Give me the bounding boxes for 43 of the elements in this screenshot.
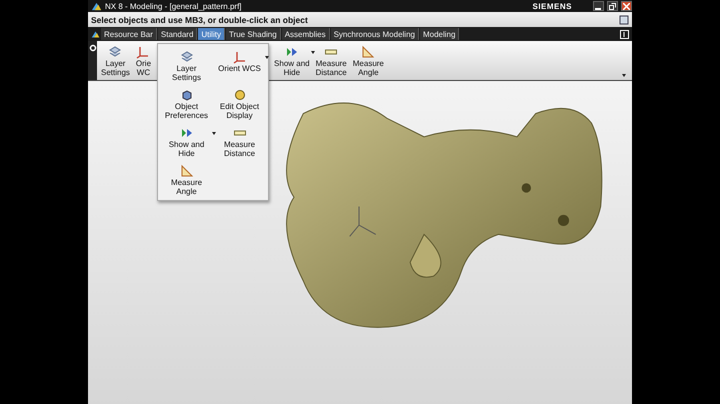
minimize-button[interactable] (593, 1, 604, 11)
app-logo-icon (91, 30, 100, 38)
ribbon-button[interactable]: Show and Hide (274, 58, 310, 76)
menu-item[interactable]: Object Preferences (164, 102, 208, 120)
settings-icon[interactable] (88, 44, 96, 52)
close-icon (623, 2, 630, 10)
toolbar-tab[interactable]: Standard (158, 28, 198, 40)
restore-icon (609, 2, 616, 10)
menu-item[interactable]: Edit Object Display (220, 102, 260, 120)
toolbar-tab[interactable]: Modeling (420, 28, 460, 40)
caret-icon[interactable] (265, 56, 269, 59)
menu-item[interactable]: Layer Settings (172, 64, 201, 82)
protractor-icon (361, 44, 376, 58)
layers-icon (108, 44, 122, 58)
toolbar-tab[interactable]: Assemblies (282, 28, 330, 40)
axes-icon (232, 50, 246, 64)
brand-label: SIEMENS (532, 2, 572, 10)
protractor-icon (180, 164, 194, 178)
menu-item[interactable]: Measure Angle (170, 178, 202, 196)
ribbon-button[interactable]: Measure Angle (352, 58, 384, 76)
caret-icon[interactable] (310, 50, 315, 54)
close-button[interactable] (621, 1, 632, 11)
ribbon-button[interactable]: Orie WC (136, 58, 152, 76)
fit-view-icon[interactable] (619, 14, 629, 24)
window-title: NX 8 - Modeling - [general_pattern.prf] (105, 2, 242, 10)
axes-icon (136, 44, 150, 58)
menu-item[interactable]: Show and Hide (168, 140, 204, 158)
app-logo-icon (91, 0, 102, 12)
caret-icon[interactable] (212, 132, 216, 135)
toolbar-tab[interactable]: True Shading (226, 28, 281, 40)
ribbon-button[interactable]: Layer Settings (101, 58, 130, 76)
restore-button[interactable] (607, 1, 618, 11)
toolbar-tab[interactable]: Synchronous Modeling (330, 28, 419, 40)
toolbar-tab[interactable]: Resource Bar (101, 28, 157, 40)
menu-item[interactable]: Measure Distance (224, 140, 256, 158)
layers-icon (180, 50, 194, 64)
toolbar-tab[interactable]: Utility (198, 28, 225, 40)
undock-icon[interactable] (620, 30, 629, 38)
caret-icon[interactable] (622, 74, 626, 77)
cube-icon (180, 88, 194, 102)
menu-item[interactable]: Orient WCS (218, 64, 261, 73)
ribbon-button[interactable]: Measure Distance (316, 58, 347, 76)
status-prompt: Select objects and use MB3, or double-click an object (91, 14, 308, 24)
